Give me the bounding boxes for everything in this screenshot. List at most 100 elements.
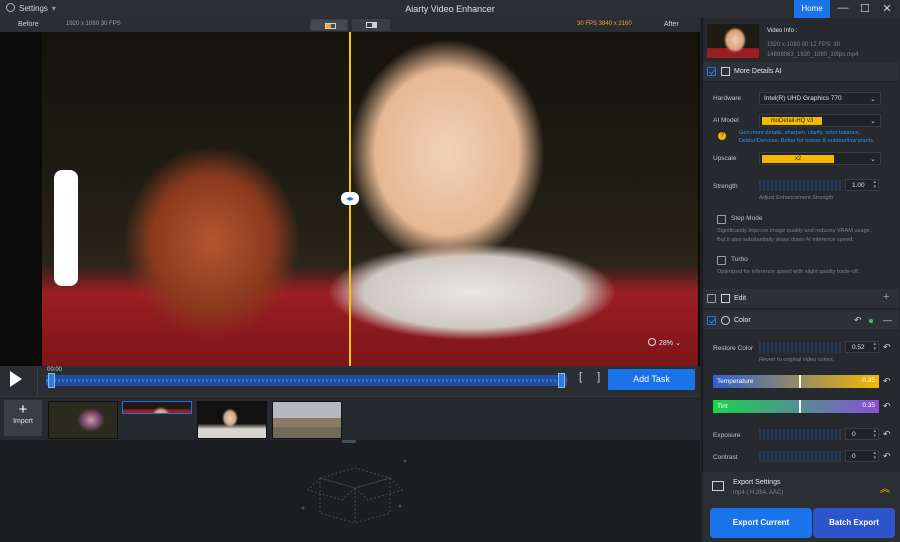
reset-icon[interactable]: ↶ <box>883 342 891 353</box>
close-button[interactable]: ✕ <box>880 2 894 15</box>
chevron-down-icon: ⌄ <box>674 340 681 347</box>
import-button[interactable]: + Import <box>4 400 42 436</box>
stepper-icon[interactable]: ▴ ▾ <box>873 180 876 190</box>
after-label: After <box>664 21 679 28</box>
clip-thumbnail[interactable] <box>122 401 192 414</box>
contrast-value: 0 <box>852 453 856 460</box>
frame-edge <box>54 170 78 286</box>
export-current-button[interactable]: Export Current <box>710 508 812 538</box>
restore-color-input[interactable]: 0.52 ▴ ▾ <box>845 341 879 353</box>
transport-bar: 00:00 [ ] Add Task <box>0 366 700 396</box>
trim-start-handle[interactable] <box>48 373 55 388</box>
export-format: mp4 ( H.264, AAC) <box>733 490 784 496</box>
add-task-button[interactable]: Add Task <box>608 369 695 390</box>
trim-end-handle[interactable] <box>558 373 565 388</box>
play-button[interactable] <box>10 371 22 387</box>
export-area: Export Settings mp4 ( H.264, AAC) ︽ Expo… <box>702 472 900 542</box>
chevron-down-icon: ⌄ <box>870 96 876 103</box>
zoom-control[interactable]: 28% ⌄ <box>648 338 681 347</box>
task-drop-area[interactable] <box>0 440 700 542</box>
reset-icon[interactable]: ↶ <box>883 401 891 412</box>
strength-slider[interactable] <box>759 180 841 191</box>
expand-icon[interactable]: ︽ <box>880 480 890 495</box>
reset-icon[interactable]: ↶ <box>883 429 891 440</box>
exposure-value: 0 <box>852 431 856 438</box>
video-frame <box>42 32 698 366</box>
status-dot <box>869 319 873 323</box>
collapse-button[interactable]: — <box>883 315 892 325</box>
hardware-select[interactable]: Intel(R) UHD Graphics 770 ⌄ <box>759 92 881 105</box>
side-by-side-button[interactable] <box>352 19 390 31</box>
ai-model-value: moDetail-HQ v3 <box>762 117 822 125</box>
exposure-input[interactable]: 0 ▴ ▾ <box>845 428 879 440</box>
exposure-slider[interactable] <box>759 429 841 440</box>
output-info: 30 FPS 3840 x 2160 <box>577 21 632 27</box>
divider <box>37 366 38 396</box>
import-label: Import <box>13 418 33 425</box>
strength-label: Strength <box>713 183 738 190</box>
step-mode-checkbox[interactable] <box>717 215 726 224</box>
upscale-label: Upscale <box>713 155 737 162</box>
temperature-label: Temperature <box>717 378 754 385</box>
ai-model-select[interactable]: moDetail-HQ v3 ⌄ <box>759 114 881 127</box>
clip-thumbnail[interactable] <box>48 401 118 439</box>
turbo-label: Turbo <box>731 256 748 263</box>
resize-tab[interactable] <box>342 440 356 443</box>
video-preview[interactable]: ◂▸ 28% ⌄ <box>0 32 700 366</box>
reset-icon[interactable]: ↶ <box>883 451 891 462</box>
temperature-knob[interactable] <box>799 375 801 388</box>
turbo-checkbox[interactable] <box>717 256 726 265</box>
ai-enhance-icon <box>721 67 730 76</box>
ai-model-label: AI Model <box>713 117 739 124</box>
strength-value: 1.00 <box>852 182 865 189</box>
restore-color-slider[interactable] <box>759 342 841 353</box>
video-info-filename: 14898083_1920_1080_30fps.mp4 <box>767 52 859 58</box>
stepper-icon[interactable]: ▴ ▾ <box>873 429 876 439</box>
maximize-button[interactable]: ☐ <box>858 2 872 15</box>
trim-brackets-button[interactable]: [ ] <box>579 371 606 383</box>
batch-export-button[interactable]: Batch Export <box>813 508 895 538</box>
exposure-label: Exposure <box>713 432 741 439</box>
tint-value: 0.35 <box>862 402 875 409</box>
strength-input[interactable]: 1.00 ▴ ▾ <box>845 179 879 191</box>
palette-icon <box>721 316 730 325</box>
tint-slider[interactable]: Tint 0.35 <box>713 400 879 413</box>
filmstrip: + Import <box>0 396 700 440</box>
contrast-slider[interactable] <box>759 451 841 462</box>
contrast-input[interactable]: 0 ▴ ▾ <box>845 450 879 462</box>
stepper-icon[interactable]: ▴ ▾ <box>873 342 876 352</box>
clip-thumbnail[interactable] <box>272 401 342 439</box>
timeline-track[interactable] <box>46 375 567 386</box>
tint-knob[interactable] <box>799 400 801 413</box>
compare-handle[interactable]: ◂▸ <box>341 192 359 205</box>
export-settings-icon <box>712 481 724 491</box>
edit-header[interactable]: Edit + <box>703 289 899 309</box>
title-bar: Settings ▾ Aiarty Video Enhancer Home — ☐… <box>0 0 900 18</box>
video-info: Video Info : 1920 x 1080 00:12 FPS: 30 1… <box>703 20 899 64</box>
home-button[interactable]: Home <box>794 0 830 18</box>
upscale-select[interactable]: x2 ⌄ <box>759 152 881 165</box>
minimize-button[interactable]: — <box>836 2 850 14</box>
chevron-down-icon: ⌄ <box>870 118 876 125</box>
more-details-checkbox[interactable] <box>707 67 716 76</box>
step-mode-hint-2: But it also substantially slows down AI … <box>717 237 854 243</box>
edit-checkbox[interactable] <box>707 294 716 303</box>
reset-icon[interactable]: ↶ <box>883 376 891 387</box>
add-edit-button[interactable]: + <box>883 291 889 303</box>
reset-icon[interactable]: ↶ <box>854 315 862 326</box>
color-header[interactable]: Color ↶ — <box>703 311 899 331</box>
zoom-icon <box>648 338 656 346</box>
clip-thumbnail[interactable] <box>197 401 267 439</box>
stepper-icon[interactable]: ▴ ▾ <box>873 451 876 461</box>
more-details-header[interactable]: More Details AI <box>703 62 899 82</box>
plus-icon: + <box>18 401 28 418</box>
temperature-slider[interactable]: Temperature -0.35 <box>713 375 879 388</box>
split-view-icon <box>325 23 336 29</box>
split-view-button[interactable] <box>310 19 348 31</box>
strength-hint: Adjust Enhancement Strength <box>759 195 834 201</box>
video-info-heading: Video Info : <box>767 28 798 34</box>
restore-color-hint: Revert to original video colors. <box>759 357 835 363</box>
preview-header: Before 1920 x 1080 30 FPS 30 FPS 3840 x … <box>0 18 700 32</box>
color-checkbox[interactable] <box>707 316 716 325</box>
color-label: Color <box>734 317 751 324</box>
